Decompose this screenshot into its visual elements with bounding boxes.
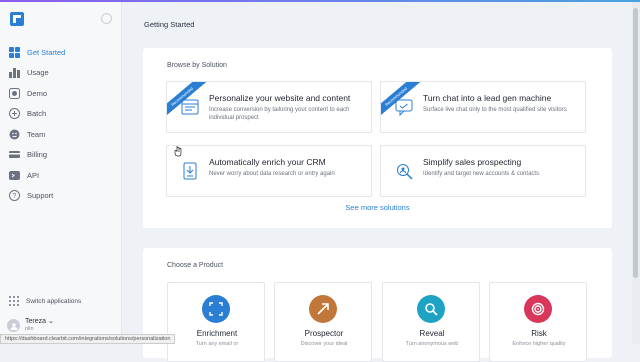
sidebar-item-get-started[interactable]: Get Started [0, 42, 122, 63]
sidebar-item-label: Team [27, 129, 46, 139]
bar-chart-icon [9, 67, 20, 79]
layout-icon [181, 99, 199, 115]
product-card-risk[interactable]: Risk Enforce higher quality [489, 282, 587, 362]
sidebar-item-label: Get Started [27, 47, 66, 57]
solution-title: Personalize your website and content [209, 93, 351, 103]
user-name: Tereza [25, 318, 47, 325]
sidebar-item-label: Billing [27, 150, 48, 160]
product-name: Enrichment [196, 329, 238, 338]
user-menu[interactable]: Tereza ⌄ nlin [7, 318, 54, 333]
product-card-prospector[interactable]: Prospector Discover your ideal [274, 282, 372, 362]
help-icon: ? [9, 190, 20, 202]
team-icon [9, 129, 20, 140]
page-title: Getting Started [144, 20, 195, 29]
apps-grid-icon [9, 296, 19, 306]
page-scrollbar[interactable] [632, 2, 640, 344]
sidebar-item-batch[interactable]: Batch [0, 104, 122, 125]
solution-card-personalize[interactable]: Recommended Personalize your website and… [166, 81, 372, 133]
sidebar-nav: Get Started Usage Demo Batch Team Billin… [0, 42, 122, 206]
grid-icon [9, 46, 20, 58]
enrichment-icon [202, 295, 230, 323]
user-sub: nlin [25, 326, 34, 332]
sidebar-item-label: Support [27, 191, 54, 201]
product-name: Risk [531, 329, 547, 338]
sidebar-item-support[interactable]: ? Support [0, 186, 122, 207]
switch-applications-label: Switch applications [26, 297, 82, 305]
solution-title: Turn chat into a lead gen machine [423, 93, 552, 103]
download-icon [183, 162, 197, 180]
sidebar-item-label: Batch [27, 109, 47, 119]
product-desc: Enforce higher quality [512, 341, 566, 347]
solution-card-chat[interactable]: Recommended Turn chat into a lead gen ma… [380, 81, 586, 133]
risk-icon [524, 295, 552, 323]
batch-icon [9, 108, 20, 120]
reveal-icon [417, 295, 445, 323]
avatar [7, 319, 20, 332]
sidebar-item-usage[interactable]: Usage [0, 63, 122, 84]
chevron-down-icon: ⌄ [47, 318, 54, 325]
solution-desc: Surface live chat only to the most quali… [423, 107, 567, 113]
sidebar-item-demo[interactable]: Demo [0, 83, 122, 104]
product-desc: Turn anonymous web [405, 341, 459, 347]
svg-text:?: ? [13, 193, 17, 200]
sidebar-item-billing[interactable]: Billing [0, 145, 122, 166]
browse-by-solution-panel: Browse by Solution Recommended Personali… [143, 48, 612, 228]
status-bar-url: https://dashboard.clearbit.com/integrati… [0, 334, 176, 344]
card-icon [9, 149, 20, 160]
product-card-enrichment[interactable]: Enrichment Turn any email or [167, 282, 265, 362]
mouse-cursor-icon [174, 146, 182, 157]
sidebar-item-team[interactable]: Team [0, 124, 122, 145]
sidebar-item-label: Demo [27, 88, 48, 98]
product-name: Prospector [304, 329, 344, 338]
scrollbar-thumb[interactable] [633, 8, 638, 278]
see-more-solutions-link[interactable]: See more solutions [143, 203, 612, 212]
product-desc: Turn any email or [195, 341, 239, 347]
solution-card-prospecting[interactable]: Simplify sales prospecting Identify and … [380, 145, 586, 197]
solution-title: Simplify sales prospecting [423, 157, 522, 167]
sidebar-item-label: API [27, 170, 40, 180]
browse-heading: Browse by Solution [167, 62, 227, 69]
sidebar-item-label: Usage [27, 68, 49, 78]
main-content: Getting Started Browse by Solution Recom… [123, 2, 640, 362]
choose-product-panel: Choose a Product Enrichment Turn any ema… [143, 248, 612, 362]
product-desc: Discover your ideal [300, 341, 348, 347]
solution-desc: Increase conversion by tailoring your co… [209, 107, 350, 121]
api-icon [9, 170, 20, 181]
search-people-icon [397, 164, 413, 180]
demo-icon [9, 87, 20, 99]
sidebar-item-api[interactable]: API [0, 165, 122, 186]
solution-card-enrich-crm[interactable]: Automatically enrich your CRM Never worr… [166, 145, 372, 197]
switch-applications-button[interactable]: Switch applications [9, 296, 81, 306]
solution-desc: Never worry about data research or entry… [209, 171, 335, 177]
prospector-icon [309, 295, 337, 323]
solution-title: Automatically enrich your CRM [209, 157, 326, 167]
sidebar: Get Started Usage Demo Batch Team Billin… [0, 2, 122, 344]
chat-icon [395, 99, 413, 116]
product-card-reveal[interactable]: Reveal Turn anonymous web [382, 282, 480, 362]
solution-desc: Identify and target new accounts & conta… [423, 171, 540, 177]
product-name: Reveal [419, 329, 445, 338]
app-logo-icon[interactable] [10, 12, 24, 26]
bell-icon[interactable] [101, 13, 112, 24]
product-heading: Choose a Product [167, 262, 224, 269]
